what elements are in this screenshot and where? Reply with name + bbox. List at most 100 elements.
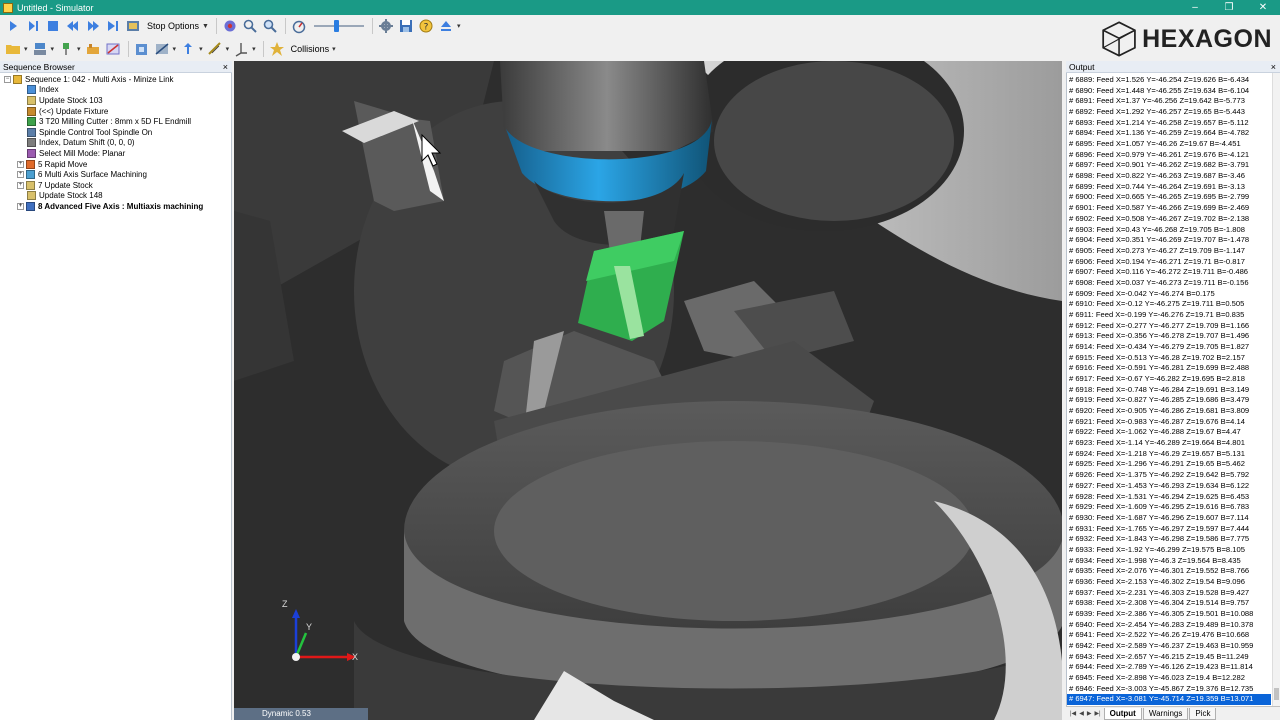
- fixture-button[interactable]: [84, 40, 102, 58]
- output-line[interactable]: # 6900: Feed X=0.665 Y=-46.265 Z=19.695 …: [1069, 192, 1249, 203]
- output-line[interactable]: # 6928: Feed X=-1.531 Y=-46.294 Z=19.625…: [1069, 492, 1249, 503]
- output-line[interactable]: # 6899: Feed X=0.744 Y=-46.264 Z=19.691 …: [1069, 182, 1245, 193]
- output-line[interactable]: # 6946: Feed X=-3.003 Y=-45.867 Z=19.376…: [1069, 684, 1253, 695]
- stock-button[interactable]: [104, 40, 122, 58]
- sequence-browser-close-button[interactable]: ×: [223, 61, 228, 73]
- output-close-button[interactable]: ×: [1271, 61, 1276, 73]
- output-line[interactable]: # 6905: Feed X=0.273 Y=-46.27 Z=19.709 B…: [1069, 246, 1245, 257]
- output-line[interactable]: # 6923: Feed X=-1.14 Y=-46.289 Z=19.664 …: [1069, 438, 1245, 449]
- chevron-down-icon[interactable]: ▾: [226, 45, 230, 53]
- output-line[interactable]: # 6908: Feed X=0.037 Y=-46.273 Z=19.711 …: [1069, 278, 1249, 289]
- open-file-button[interactable]: [4, 40, 22, 58]
- chevron-down-icon[interactable]: ▼: [202, 23, 209, 30]
- output-line[interactable]: # 6896: Feed X=0.979 Y=-46.261 Z=19.676 …: [1069, 150, 1249, 161]
- collisions-label[interactable]: Collisions: [291, 44, 330, 54]
- tab-scroll-first-icon[interactable]: |◀: [1070, 710, 1076, 717]
- end-button[interactable]: [104, 17, 122, 35]
- minimize-button[interactable]: –: [1178, 0, 1212, 15]
- output-line[interactable]: # 6921: Feed X=-0.983 Y=-46.287 Z=19.676…: [1069, 417, 1245, 428]
- output-line[interactable]: # 6917: Feed X=-0.67 Y=-46.282 Z=19.695 …: [1069, 374, 1245, 385]
- output-line[interactable]: # 6916: Feed X=-0.591 Y=-46.281 Z=19.699…: [1069, 363, 1249, 374]
- chevron-down-icon[interactable]: ▾: [24, 45, 28, 53]
- sequence-item[interactable]: Update Stock 148: [27, 191, 103, 202]
- tab-scroll-next-icon[interactable]: ▶: [1087, 710, 1092, 717]
- output-line[interactable]: # 6927: Feed X=-1.453 Y=-46.293 Z=19.634…: [1069, 481, 1249, 492]
- output-line[interactable]: # 6918: Feed X=-0.748 Y=-46.284 Z=19.691…: [1069, 385, 1249, 396]
- tool-button[interactable]: [57, 40, 75, 58]
- output-line[interactable]: # 6935: Feed X=-2.076 Y=-46.301 Z=19.552…: [1069, 566, 1249, 577]
- sequence-item[interactable]: 3 T20 Milling Cutter : 8mm x 5D FL Endmi…: [27, 116, 191, 127]
- axes-button[interactable]: [232, 40, 250, 58]
- output-line[interactable]: # 6911: Feed X=-0.199 Y=-46.276 Z=19.71 …: [1069, 310, 1244, 321]
- sequence-item[interactable]: − Sequence 1: 042 - Multi Axis - Minize L…: [4, 74, 174, 85]
- output-line[interactable]: # 6943: Feed X=-2.657 Y=-46.215 Z=19.45 …: [1069, 652, 1249, 663]
- output-line[interactable]: # 6904: Feed X=0.351 Y=-46.269 Z=19.707 …: [1069, 235, 1249, 246]
- output-line[interactable]: # 6895: Feed X=1.057 Y=-46.26 Z=19.67 B=…: [1069, 139, 1241, 150]
- tree-expander-icon[interactable]: +: [17, 171, 24, 179]
- sequence-item[interactable]: +5 Rapid Move: [17, 159, 87, 170]
- chevron-down-icon[interactable]: ▾: [199, 45, 203, 53]
- output-line[interactable]: # 6930: Feed X=-1.687 Y=-46.296 Z=19.607…: [1069, 513, 1249, 524]
- output-line[interactable]: # 6906: Feed X=0.194 Y=-46.271 Z=19.71 B…: [1069, 257, 1245, 268]
- output-line[interactable]: # 6942: Feed X=-2.589 Y=-46.237 Z=19.463…: [1069, 641, 1253, 652]
- output-line[interactable]: # 6894: Feed X=1.136 Y=-46.259 Z=19.664 …: [1069, 128, 1249, 139]
- output-line[interactable]: # 6890: Feed X=1.448 Y=-46.255 Z=19.634 …: [1069, 86, 1249, 97]
- rotate-button[interactable]: [179, 40, 197, 58]
- measure-button[interactable]: [206, 40, 224, 58]
- output-line[interactable]: # 6922: Feed X=-1.062 Y=-46.288 Z=19.67 …: [1069, 427, 1241, 438]
- sequence-item[interactable]: Index, Datum Shift (0, 0, 0): [27, 138, 135, 149]
- speed-button[interactable]: [290, 17, 308, 35]
- output-line[interactable]: # 6909: Feed X=-0.042 Y=-46.274 B=0.175: [1069, 289, 1215, 300]
- output-line[interactable]: # 6902: Feed X=0.508 Y=-46.267 Z=19.702 …: [1069, 214, 1249, 225]
- save-button[interactable]: [397, 17, 415, 35]
- record-button[interactable]: [221, 17, 239, 35]
- sequence-item[interactable]: Spindle Control Tool Spindle On: [27, 127, 152, 138]
- chevron-down-icon[interactable]: ▾: [51, 45, 55, 53]
- zoom-button[interactable]: [241, 17, 259, 35]
- output-line[interactable]: # 6936: Feed X=-2.153 Y=-46.302 Z=19.54 …: [1069, 577, 1245, 588]
- play-button[interactable]: [4, 17, 22, 35]
- output-line[interactable]: # 6931: Feed X=-1.765 Y=-46.297 Z=19.597…: [1069, 524, 1249, 535]
- output-line[interactable]: # 6924: Feed X=-1.218 Y=-46.29 Z=19.657 …: [1069, 449, 1245, 460]
- chevron-down-icon[interactable]: ▾: [252, 45, 256, 53]
- output-log[interactable]: # 6889: Feed X=1.526 Y=-46.254 Z=19.626 …: [1066, 73, 1280, 706]
- output-line[interactable]: # 6913: Feed X=-0.356 Y=-46.278 Z=19.707…: [1069, 331, 1249, 342]
- output-line-selected[interactable]: # 6947: Feed X=-3.081 Y=-45.714 Z=19.359…: [1067, 694, 1271, 706]
- tree-expander-icon[interactable]: +: [17, 181, 24, 189]
- output-line[interactable]: # 6919: Feed X=-0.827 Y=-46.285 Z=19.686…: [1069, 395, 1249, 406]
- sequence-item[interactable]: Update Stock 103: [27, 95, 103, 106]
- output-line[interactable]: # 6939: Feed X=-2.386 Y=-46.305 Z=19.501…: [1069, 609, 1253, 620]
- output-line[interactable]: # 6925: Feed X=-1.296 Y=-46.291 Z=19.65 …: [1069, 459, 1245, 470]
- output-line[interactable]: # 6938: Feed X=-2.308 Y=-46.304 Z=19.514…: [1069, 598, 1249, 609]
- output-line[interactable]: # 6891: Feed X=1.37 Y=-46.256 Z=19.642 B…: [1069, 96, 1245, 107]
- output-line[interactable]: # 6933: Feed X=-1.92 Y=-46.299 Z=19.575 …: [1069, 545, 1245, 556]
- collisions-icon-button[interactable]: [268, 40, 286, 58]
- output-line[interactable]: # 6897: Feed X=0.901 Y=-46.262 Z=19.682 …: [1069, 160, 1249, 171]
- zoom-fit-button[interactable]: [261, 17, 279, 35]
- tree-expander-icon[interactable]: −: [4, 75, 11, 83]
- help-button[interactable]: ?: [417, 17, 435, 35]
- sequence-item[interactable]: (<<) Update Fixture: [27, 106, 108, 117]
- tab-scroll-prev-icon[interactable]: ◀: [1079, 710, 1084, 717]
- maximize-button[interactable]: ❐: [1212, 0, 1246, 15]
- output-line[interactable]: # 6941: Feed X=-2.522 Y=-46.26 Z=19.476 …: [1069, 630, 1249, 641]
- output-line[interactable]: # 6910: Feed X=-0.12 Y=-46.275 Z=19.711 …: [1069, 299, 1244, 310]
- output-line[interactable]: # 6932: Feed X=-1.843 Y=-46.298 Z=19.586…: [1069, 534, 1249, 545]
- sequence-item[interactable]: Index: [27, 85, 59, 96]
- output-line[interactable]: # 6944: Feed X=-2.789 Y=-46.126 Z=19.423…: [1069, 662, 1253, 673]
- tab-pick[interactable]: Pick: [1189, 707, 1217, 720]
- tab-output[interactable]: Output: [1103, 707, 1142, 720]
- tab-warnings[interactable]: Warnings: [1142, 707, 1189, 720]
- chevron-down-icon[interactable]: ▾: [332, 45, 336, 53]
- output-line[interactable]: # 6912: Feed X=-0.277 Y=-46.277 Z=19.709…: [1069, 321, 1249, 332]
- output-line[interactable]: # 6934: Feed X=-1.998 Y=-46.3 Z=19.564 B…: [1069, 556, 1241, 567]
- tab-scroll-last-icon[interactable]: ▶|: [1094, 710, 1100, 717]
- output-line[interactable]: # 6901: Feed X=0.587 Y=-46.266 Z=19.699 …: [1069, 203, 1249, 214]
- output-line[interactable]: # 6929: Feed X=-1.609 Y=-46.295 Z=19.616…: [1069, 502, 1249, 513]
- eject-button[interactable]: [437, 17, 455, 35]
- output-line[interactable]: # 6920: Feed X=-0.905 Y=-46.286 Z=19.681…: [1069, 406, 1249, 417]
- output-line[interactable]: # 6889: Feed X=1.526 Y=-46.254 Z=19.626 …: [1069, 75, 1249, 86]
- stop-options-label[interactable]: Stop Options: [147, 21, 199, 31]
- tree-expander-icon[interactable]: +: [17, 160, 24, 168]
- sequence-item[interactable]: Select Mill Mode: Planar: [27, 148, 125, 159]
